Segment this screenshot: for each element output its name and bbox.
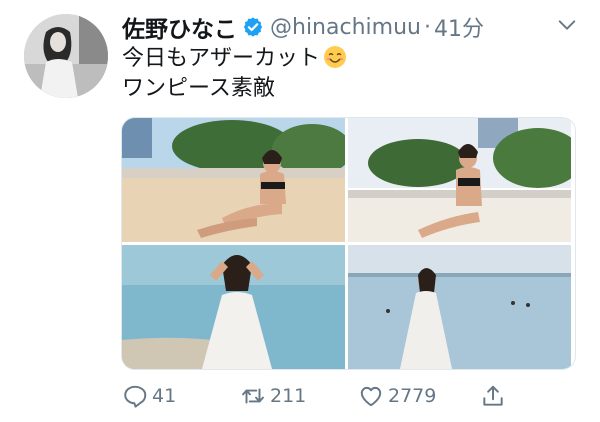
user-handle[interactable]: @hinachimuu	[270, 15, 421, 40]
photo-sea-dress-1[interactable]	[122, 245, 345, 369]
retweet-icon	[242, 388, 264, 404]
chevron-down-icon[interactable]	[556, 14, 578, 36]
tweet-text-line-2: ワンピース素敵	[122, 76, 275, 101]
share-button[interactable]	[480, 383, 506, 409]
tweet-text-line-1: 今日もアザーカット	[122, 44, 347, 74]
retweet-count: 211	[270, 385, 307, 407]
verified-badge-icon	[243, 17, 263, 37]
like-button[interactable]: 2779	[358, 383, 436, 409]
heart-icon	[360, 386, 382, 407]
reply-icon	[124, 385, 147, 408]
separator-dot: ·	[423, 14, 431, 40]
tweet-timestamp[interactable]: 41分	[434, 11, 484, 43]
display-name[interactable]: 佐野ひなこ	[122, 10, 237, 44]
avatar[interactable]	[24, 14, 108, 98]
media-grid	[121, 117, 576, 370]
reply-button[interactable]: 41	[122, 383, 176, 409]
smiling-face-emoji-icon	[324, 46, 347, 68]
photo-beach-sitting-2[interactable]	[348, 118, 571, 242]
photo-sea-dress-2[interactable]	[348, 245, 571, 369]
tweet-text: 今日もアザーカット ワンピース素敵	[122, 44, 347, 104]
tweet-header: 佐野ひなこ @hinachimuu · 41分	[122, 10, 484, 44]
share-icon	[483, 385, 503, 406]
tweet-actions: 41 211 2779	[122, 383, 512, 413]
photo-beach-sitting-1[interactable]	[122, 118, 345, 242]
retweet-button[interactable]: 211	[240, 383, 306, 409]
reply-count: 41	[152, 385, 177, 407]
like-count: 2779	[388, 385, 437, 407]
tweet-text-content: 今日もアザーカット	[122, 46, 321, 71]
